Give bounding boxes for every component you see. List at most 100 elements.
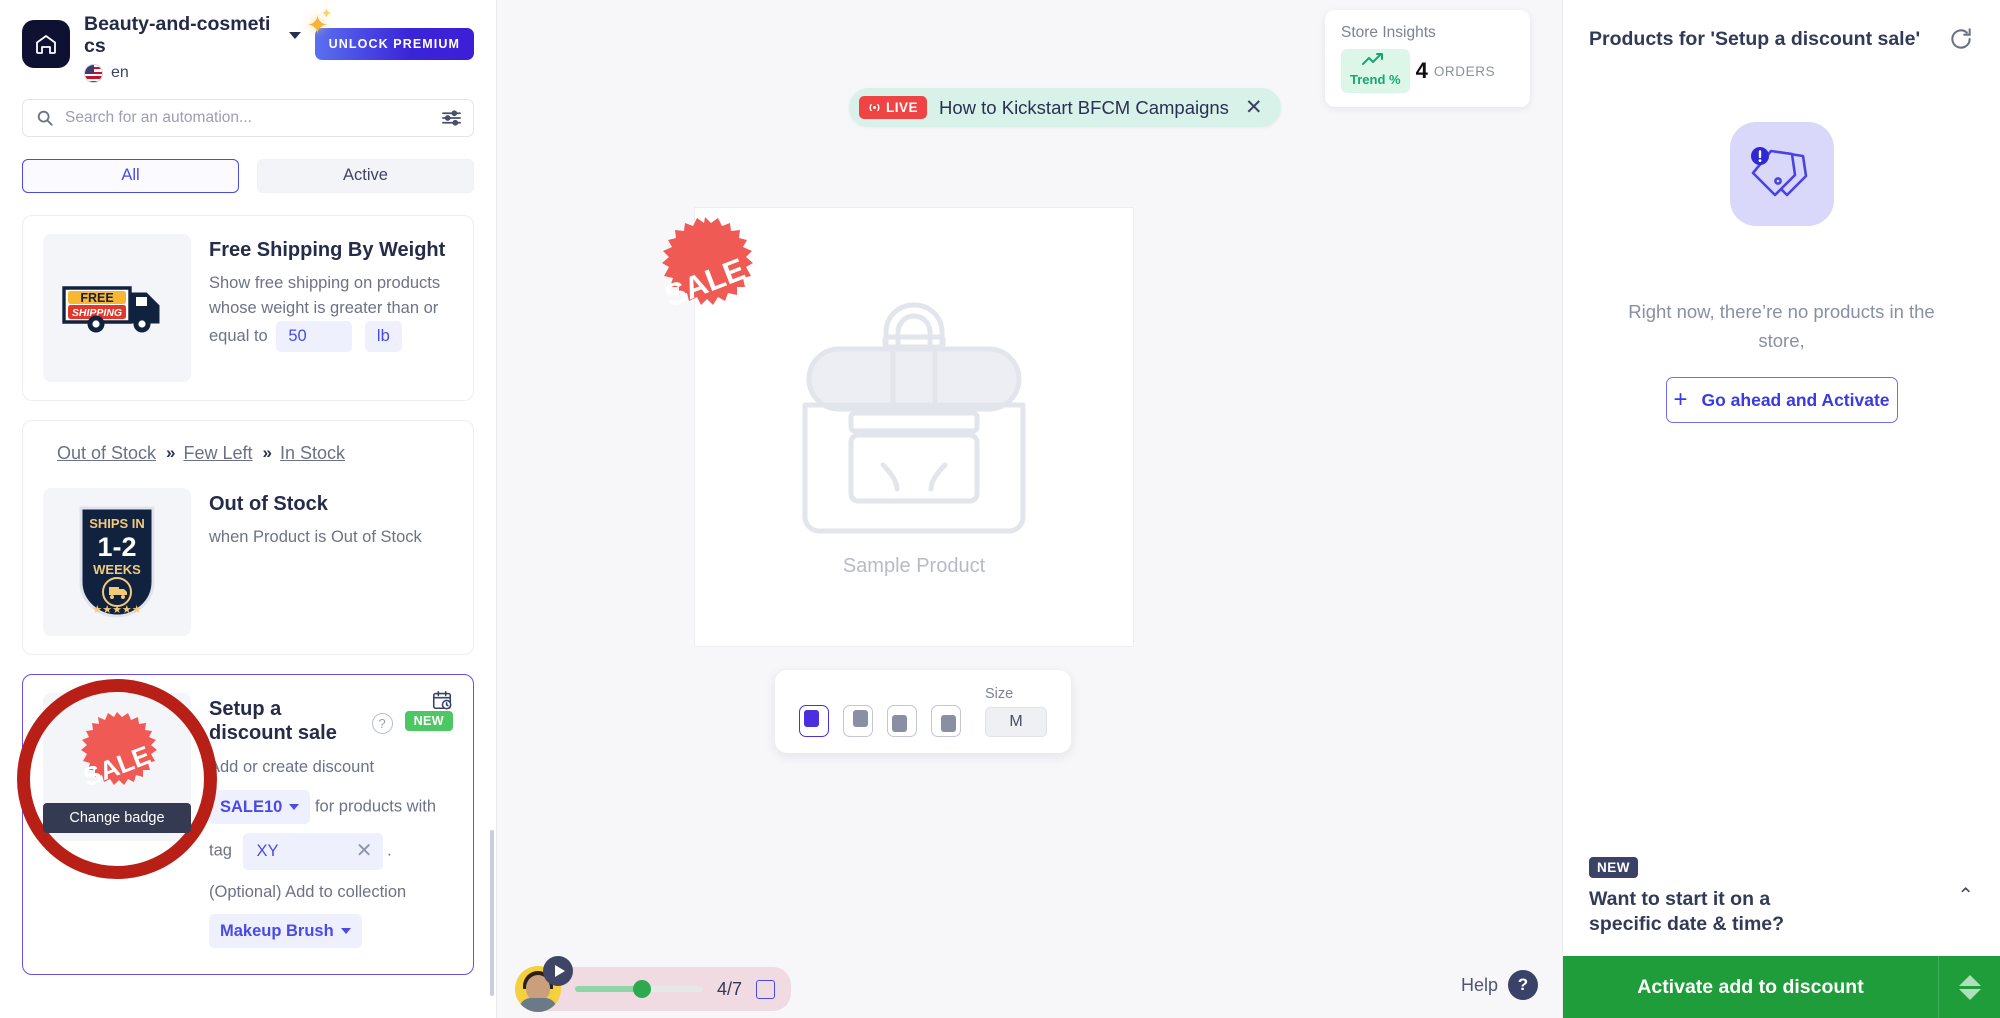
trend-pill: Trend % <box>1341 49 1410 93</box>
store-insights-card: Store Insights Trend % 4 ORDERS <box>1325 10 1530 107</box>
filter-icon[interactable] <box>442 110 461 126</box>
discount-tag-row: tag XY ✕ . <box>209 833 453 870</box>
chevron-down-icon <box>340 928 351 935</box>
search-wrap <box>22 98 474 137</box>
triangle-down-icon[interactable] <box>1958 988 1981 1000</box>
chevron-up-icon[interactable]: ⌃ <box>1957 883 1974 908</box>
svg-text:FREE: FREE <box>80 291 113 305</box>
discount-line-3: (Optional) Add to collection <box>209 882 407 901</box>
refresh-icon[interactable] <box>1948 26 1974 52</box>
svg-text:1-2: 1-2 <box>97 532 136 562</box>
chevron-down-icon[interactable] <box>288 32 301 39</box>
weight-unit-field[interactable]: lb <box>364 321 402 353</box>
help-label: Help <box>1460 974 1498 995</box>
sparkle-small-icon: ✦ <box>320 5 333 21</box>
question-mark-icon[interactable]: ? <box>1508 970 1538 1000</box>
period-text: . <box>387 841 392 860</box>
sidebar-scrollbar[interactable] <box>490 830 494 996</box>
activate-cta-bar: Activate add to discount <box>1563 956 2000 1018</box>
language-label: en <box>111 64 129 82</box>
live-banner[interactable]: LIVE How to Kickstart BFCM Campaigns ✕ <box>849 88 1281 127</box>
us-flag-icon <box>84 63 103 83</box>
question-mark-icon[interactable]: ? <box>371 712 393 734</box>
language-selector[interactable]: en <box>84 63 301 83</box>
weight-value-field[interactable]: 50 <box>276 321 353 353</box>
progress-slider[interactable] <box>575 980 703 998</box>
play-button[interactable] <box>543 956 573 986</box>
sale-starburst-icon[interactable]: SALE <box>635 213 775 353</box>
broadcast-icon <box>869 103 880 112</box>
empty-state: Right now, there’re no products in the s… <box>1563 52 2000 424</box>
store-insights-title: Store Insights <box>1341 24 1436 41</box>
home-icon[interactable] <box>22 20 70 68</box>
close-icon[interactable]: ✕ <box>356 841 373 861</box>
trend-label: Trend % <box>1350 72 1401 87</box>
collection-value: Makeup Brush <box>220 922 334 940</box>
position-top-right-button[interactable] <box>843 705 873 737</box>
triangle-up-icon[interactable] <box>1958 974 1981 986</box>
discount-line-2: SALE10 for products with <box>209 789 453 825</box>
new-badge: NEW <box>404 710 453 731</box>
unlock-premium-button[interactable]: UNLOCK PREMIUM <box>314 28 474 60</box>
free-shipping-badge-thumbnail[interactable]: FREE SHIPPING <box>43 233 191 382</box>
play-icon <box>554 965 565 977</box>
orders-label: ORDERS <box>1433 63 1496 79</box>
unlock-premium-wrap: ✦ ✦ UNLOCK PREMIUM <box>307 6 474 60</box>
calendar-clock-icon[interactable] <box>431 689 453 711</box>
sidebar: Beauty-and-cosmetics en ✦ ✦ UNLOCK PREMI… <box>0 0 497 1018</box>
activate-add-to-discount-button[interactable]: Activate add to discount <box>1563 956 1938 1018</box>
plus-icon: + <box>1673 386 1688 414</box>
close-icon[interactable]: ✕ <box>1245 97 1263 118</box>
orders-count: 4 <box>1415 58 1428 83</box>
breadcrumb-item-out-of-stock[interactable]: Out of Stock <box>57 443 156 464</box>
breadcrumb: Out of Stock » Few Left » In Stock <box>43 434 360 472</box>
tab-all[interactable]: All <box>22 158 239 193</box>
right-panel-footer: NEW Want to start it on a specific date … <box>1563 837 2000 1018</box>
card-title: Free Shipping By Weight <box>209 238 446 261</box>
position-bottom-right-button[interactable] <box>931 705 961 737</box>
store-selector-block: Beauty-and-cosmetics en <box>84 13 301 83</box>
change-badge-tooltip: Change badge <box>43 802 191 833</box>
backpack-outline-icon <box>802 302 1026 534</box>
store-selector[interactable]: Beauty-and-cosmetics <box>84 13 301 58</box>
automation-card-setup-discount-sale[interactable]: SALE Change badge Setup a discount sale … <box>22 673 474 976</box>
card-description: when Product is Out of Stock <box>209 528 422 547</box>
breadcrumb-item-few-left[interactable]: Few Left <box>184 443 253 464</box>
breadcrumb-separator-icon: » <box>166 443 176 463</box>
sidebar-header: Beauty-and-cosmetics en ✦ ✦ UNLOCK PREMI… <box>0 0 496 83</box>
help-widget[interactable]: Help ? <box>1461 970 1538 1000</box>
out-of-stock-badge-thumbnail[interactable]: SHIPS IN 1-2 WEEKS ★★★★★ <box>43 487 191 636</box>
tab-active[interactable]: Active <box>257 158 474 193</box>
size-group: Size M <box>985 686 1047 737</box>
right-panel: Products for 'Setup a discount sale' Rig… <box>1562 0 2000 1018</box>
automation-card-out-of-stock[interactable]: Out of Stock » Few Left » In Stock SHIPS… <box>22 419 474 655</box>
live-badge: LIVE <box>859 96 928 119</box>
collection-row: Makeup Brush <box>209 914 453 949</box>
size-label: Size <box>985 686 1014 702</box>
filter-tabs: All Active <box>22 158 474 193</box>
search-input[interactable] <box>22 98 474 137</box>
schedule-section[interactable]: NEW Want to start it on a specific date … <box>1563 837 2000 956</box>
live-banner-text: How to Kickstart BFCM Campaigns <box>939 96 1229 118</box>
badge-position-toolbar: Size M <box>775 670 1071 753</box>
discount-line-1: Add or create discount <box>209 758 375 777</box>
tag-input[interactable]: XY ✕ <box>242 833 383 870</box>
page-title: Products for 'Setup a discount sale' <box>1589 27 1921 50</box>
breadcrumb-item-in-stock[interactable]: In Stock <box>280 443 345 464</box>
automation-card-free-shipping[interactable]: FREE SHIPPING Free Shipping By Weight Sh… <box>22 214 474 401</box>
store-name: Beauty-and-cosmetics <box>84 13 271 57</box>
discount-code-value: SALE10 <box>220 797 283 816</box>
search-icon <box>37 110 53 126</box>
go-ahead-activate-button[interactable]: + Go ahead and Activate <box>1665 377 1898 424</box>
new-badge: NEW <box>1589 856 1638 878</box>
collection-select[interactable]: Makeup Brush <box>209 914 362 949</box>
sale-badge-thumbnail[interactable]: SALE Change badge <box>43 692 191 841</box>
trending-up-icon <box>1362 53 1384 65</box>
discount-code-select[interactable]: SALE10 <box>209 789 311 825</box>
position-top-left-button[interactable] <box>799 705 829 737</box>
app-root: Beauty-and-cosmetics en ✦ ✦ UNLOCK PREMI… <box>0 0 2000 1018</box>
size-select[interactable]: M <box>985 707 1047 737</box>
activate-options-stepper[interactable] <box>1938 956 2000 1018</box>
expand-icon[interactable] <box>756 979 776 999</box>
position-bottom-left-button[interactable] <box>887 705 917 737</box>
